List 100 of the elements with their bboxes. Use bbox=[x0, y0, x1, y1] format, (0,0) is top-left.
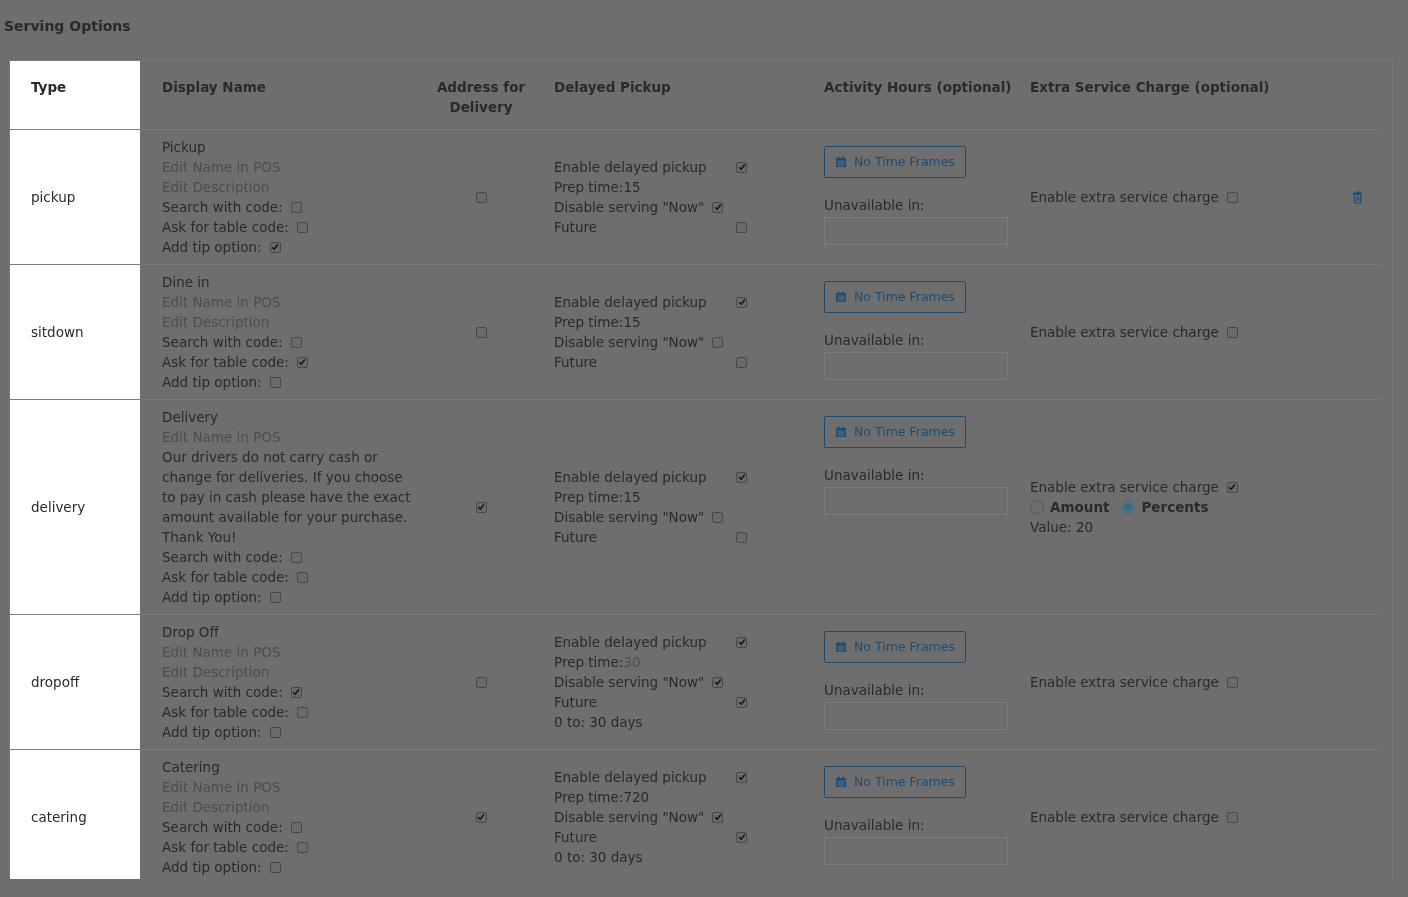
option-label: Ask for table code: bbox=[162, 703, 289, 722]
option-label: Add tip option: bbox=[162, 588, 262, 607]
checkbox[interactable] bbox=[736, 531, 747, 543]
calendar-icon bbox=[835, 641, 847, 653]
checkbox[interactable] bbox=[712, 201, 724, 213]
future-range: 0 to: 30 days bbox=[554, 848, 643, 867]
checkbox[interactable] bbox=[736, 161, 747, 173]
column-header: Type bbox=[31, 78, 67, 97]
checkbox[interactable] bbox=[712, 336, 724, 348]
option-label: Enable delayed pickup bbox=[554, 468, 708, 487]
checkbox[interactable] bbox=[736, 296, 747, 308]
checkbox[interactable] bbox=[712, 811, 724, 823]
option-label: Enable extra service charge bbox=[1030, 673, 1219, 692]
checkbox[interactable] bbox=[296, 571, 308, 583]
checkbox[interactable] bbox=[736, 831, 747, 843]
option-label: Ask for table code: bbox=[162, 838, 289, 857]
display-name: Catering bbox=[162, 758, 220, 777]
calendar-icon bbox=[835, 776, 847, 788]
option-label: Search with code: bbox=[162, 818, 283, 837]
option-label: Search with code: bbox=[162, 548, 283, 567]
unavailable-label: Unavailable in: bbox=[824, 331, 925, 350]
time-frames-button[interactable]: No Time Frames bbox=[824, 281, 966, 313]
checkbox[interactable] bbox=[296, 356, 308, 368]
description[interactable]: Our drivers do not carry cash or change for deliveries. If you choose to pay in cash please have the exact amount available for your purchase. Thank You! bbox=[162, 447, 412, 547]
checkbox[interactable] bbox=[290, 821, 302, 833]
checkbox[interactable] bbox=[269, 241, 281, 253]
checkbox[interactable] bbox=[736, 771, 747, 783]
checkbox[interactable] bbox=[475, 191, 487, 203]
checkbox[interactable] bbox=[1226, 191, 1238, 203]
option-label: Future bbox=[554, 828, 598, 847]
checkbox[interactable] bbox=[1226, 811, 1238, 823]
display-name: Delivery bbox=[162, 408, 219, 427]
option-label: Disable serving "Now" bbox=[554, 808, 705, 827]
column-header: Activity Hours (optional) bbox=[824, 78, 1012, 97]
type-label: pickup bbox=[31, 188, 76, 207]
time-frames-button[interactable]: No Time Frames bbox=[824, 766, 966, 798]
option-label: Enable extra service charge bbox=[1030, 188, 1219, 207]
future-range: 0 to: 30 days bbox=[554, 713, 643, 732]
column-header: Delayed Pickup bbox=[554, 78, 671, 97]
checkbox[interactable] bbox=[296, 706, 308, 718]
option-label: Future bbox=[554, 218, 598, 237]
type-label: dropoff bbox=[31, 673, 80, 692]
checkbox[interactable] bbox=[290, 551, 302, 563]
section-title: Serving Options bbox=[4, 18, 132, 36]
checkbox[interactable] bbox=[1226, 481, 1238, 493]
unavailable-label: Unavailable in: bbox=[824, 816, 925, 835]
time-frames-button[interactable]: No Time Frames bbox=[824, 416, 966, 448]
option-label: Add tip option: bbox=[162, 723, 262, 742]
checkbox[interactable] bbox=[736, 636, 747, 648]
option-label: Enable delayed pickup bbox=[554, 158, 708, 177]
checkbox[interactable] bbox=[296, 221, 308, 233]
checkbox[interactable] bbox=[736, 221, 747, 233]
radio-label: Amount bbox=[1050, 498, 1110, 517]
unavailable-label: Unavailable in: bbox=[824, 681, 925, 700]
checkbox[interactable] bbox=[1226, 326, 1238, 338]
checkbox[interactable] bbox=[736, 356, 747, 368]
checkbox[interactable] bbox=[712, 676, 724, 688]
column-header: Address for Delivery bbox=[435, 78, 527, 117]
type-label: delivery bbox=[31, 498, 86, 517]
type-label: sitdown bbox=[31, 323, 84, 342]
calendar-icon bbox=[835, 426, 847, 438]
checkbox[interactable] bbox=[269, 726, 281, 738]
checkbox[interactable] bbox=[269, 591, 281, 603]
option-label: Disable serving "Now" bbox=[554, 333, 705, 352]
option-label: Ask for table code: bbox=[162, 353, 289, 372]
checkbox[interactable] bbox=[475, 676, 487, 688]
column-header: Display Name bbox=[162, 78, 266, 97]
option-label: Future bbox=[554, 528, 598, 547]
trash-icon[interactable] bbox=[1352, 190, 1363, 204]
prep-time: Prep time:15 bbox=[554, 313, 641, 332]
checkbox[interactable] bbox=[296, 841, 308, 853]
option-label: Search with code: bbox=[162, 683, 283, 702]
prep-time: Prep time:15 bbox=[554, 488, 641, 507]
display-name: Dine in bbox=[162, 273, 210, 292]
checkbox[interactable] bbox=[290, 336, 302, 348]
checkbox[interactable] bbox=[475, 811, 487, 823]
checkbox[interactable] bbox=[736, 471, 747, 483]
checkbox[interactable] bbox=[475, 501, 487, 513]
checkbox[interactable] bbox=[1226, 676, 1238, 688]
unavailable-label: Unavailable in: bbox=[824, 196, 925, 215]
calendar-icon bbox=[835, 291, 847, 303]
checkbox[interactable] bbox=[712, 511, 724, 523]
display-name: Pickup bbox=[162, 138, 206, 157]
unavailable-label: Unavailable in: bbox=[824, 466, 925, 485]
checkbox[interactable] bbox=[475, 326, 487, 338]
checkbox[interactable] bbox=[736, 696, 747, 708]
type-label: catering bbox=[31, 808, 87, 827]
checkbox[interactable] bbox=[269, 376, 281, 388]
option-label: Add tip option: bbox=[162, 238, 262, 257]
checkbox[interactable] bbox=[290, 686, 302, 698]
option-label: Enable extra service charge bbox=[1030, 478, 1219, 497]
prep-time: Prep time:720 bbox=[554, 788, 650, 807]
checkbox[interactable] bbox=[290, 201, 302, 213]
radio-label: Percents bbox=[1141, 498, 1209, 517]
checkbox[interactable] bbox=[269, 861, 281, 873]
option-label: Search with code: bbox=[162, 333, 283, 352]
time-frames-button[interactable]: No Time Frames bbox=[824, 146, 966, 178]
option-label: Add tip option: bbox=[162, 858, 262, 877]
time-frames-button[interactable]: No Time Frames bbox=[824, 631, 966, 663]
option-label: Enable delayed pickup bbox=[554, 633, 708, 652]
